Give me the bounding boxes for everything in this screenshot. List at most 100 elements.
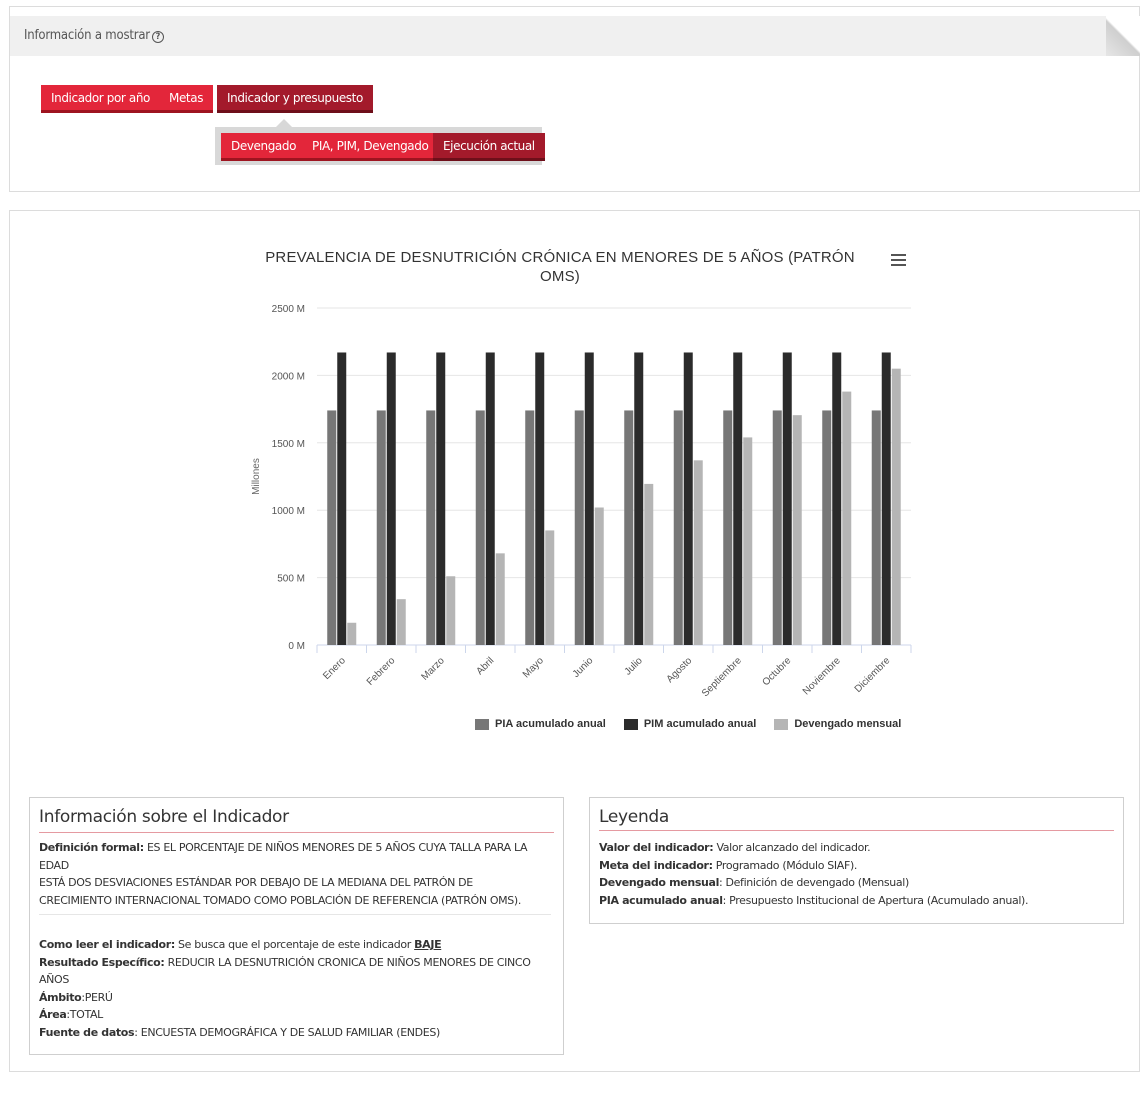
x-tick-label: Diciembre <box>853 655 893 695</box>
help-circle-icon[interactable]: ? <box>151 31 164 43</box>
panel-header: Información a mostrar? <box>10 16 1140 56</box>
subtab-ejecucion-actual[interactable]: Ejecución actual <box>433 133 545 161</box>
legend-label-pim: PIM acumulado anual <box>643 718 757 730</box>
leyenda-items: Valor del indicador: Valor alcanzado del… <box>599 839 1119 909</box>
bar-devengado <box>347 622 357 645</box>
bar-devengado <box>693 460 703 645</box>
bar-pia <box>327 410 337 645</box>
bar-pia <box>525 410 535 645</box>
subtab-devengado[interactable]: Devengado <box>221 133 307 161</box>
bar-devengado <box>891 368 901 645</box>
bar-pim <box>535 352 545 645</box>
bar-pia <box>475 410 485 645</box>
definicion-line-2: ESTÁ DOS DESVIACIONES ESTÁNDAR POR DEBAJ… <box>39 876 473 889</box>
bar-pia <box>772 410 782 645</box>
bar-pim <box>386 352 396 645</box>
leyenda-text-devengado: : Definición de devengado (Mensual) <box>719 876 909 889</box>
baje-link[interactable]: BAJE <box>414 938 441 951</box>
bar-pim <box>485 352 495 645</box>
panel-title: Información a mostrar? <box>24 28 164 43</box>
bar-pia <box>426 410 436 645</box>
y-tick-label: 1500 M <box>272 439 305 450</box>
indicator-info-box: Información sobre el Indicador Definició… <box>29 797 564 1055</box>
legend-label-pia: PIA acumulado anual <box>495 718 606 730</box>
leyenda-title: Leyenda <box>599 807 670 827</box>
bar-pia <box>376 410 386 645</box>
tab-indicador-por-anio[interactable]: Indicador por año <box>41 85 160 113</box>
x-tick-label: Octubre <box>760 655 793 688</box>
area-label: Área <box>39 1008 67 1021</box>
bar-pim <box>733 352 743 645</box>
fuente-value: : ENCUESTA DEMOGRÁFICA Y DE SALUD FAMILI… <box>134 1025 440 1039</box>
title-underline <box>39 832 554 833</box>
bar-devengado <box>842 391 852 645</box>
legend-item-pia[interactable]: PIA acumulado anual <box>475 718 606 730</box>
ambito-value: :PERÚ <box>81 990 113 1004</box>
bar-pim <box>832 352 842 645</box>
bar-devengado <box>446 576 456 645</box>
x-tick-label: Marzo <box>419 655 447 683</box>
bar-devengado <box>644 483 654 645</box>
x-tick-label: Noviembre <box>801 655 843 697</box>
bar-pia <box>673 410 683 645</box>
x-tick-label: Abril <box>474 655 496 677</box>
resultado-line-1: REDUCIR LA DESNUTRICIÓN CRONICA DE NIÑOS… <box>167 955 531 969</box>
resultado-label: Resultado Específico: <box>39 955 165 969</box>
legend-swatch-devengado <box>774 718 789 730</box>
bar-pim <box>584 352 594 645</box>
legend-item-devengado[interactable]: Devengado mensual <box>774 718 901 730</box>
ambito-label: Ámbito <box>39 990 82 1004</box>
legend-item-pim[interactable]: PIM acumulado anual <box>623 718 757 730</box>
leyenda-label-valor: Valor del indicador: <box>599 841 714 854</box>
bar-pim <box>337 352 347 645</box>
resultado-line-2: AÑOS <box>39 973 69 986</box>
tab-metas[interactable]: Metas <box>159 85 214 113</box>
leyenda-label-pia: PIA acumulado anual <box>599 893 723 907</box>
legend-label-devengado: Devengado mensual <box>794 718 902 730</box>
bar-devengado <box>743 437 753 645</box>
area-value: :TOTAL <box>66 1008 103 1021</box>
bar-pim <box>436 352 446 645</box>
bar-pim <box>683 352 693 645</box>
y-tick-label: 500 M <box>277 574 305 585</box>
chart-legend: PIA acumulado anual PIM acumulado anual … <box>475 716 919 732</box>
bar-devengado <box>396 599 406 645</box>
bar-pia <box>624 410 634 645</box>
bar-pim <box>881 352 891 645</box>
panel-title-text: Información a mostrar <box>24 28 150 43</box>
bar-devengado <box>495 553 505 645</box>
chart-plot: 0 M 500 M 1000 M 1500 M 2000 M 2500 M Millones… <box>251 304 912 699</box>
fuente-label: Fuente de datos <box>39 1025 135 1039</box>
legend-swatch-pim <box>623 718 638 730</box>
x-tick-label: Agosto <box>665 655 695 685</box>
bar-pim <box>634 352 644 645</box>
bar-devengado <box>792 415 802 645</box>
como-leer-text: Se busca que el porcentaje de este indic… <box>178 938 411 951</box>
header-corner-decoration <box>1106 16 1140 56</box>
leyenda-text-pia: : Presupuesto Institucional de Apertura … <box>722 893 1029 907</box>
bar-pim <box>782 352 792 645</box>
y-tick-label: 2000 M <box>272 371 305 382</box>
x-tick-label: Enero <box>321 655 348 682</box>
leyenda-text-valor: Valor alcanzado del indicador. <box>713 841 871 854</box>
definicion-label: Definición formal: <box>39 841 144 854</box>
y-tick-label: 1000 M <box>272 506 305 517</box>
x-tick-label: Mayo <box>521 655 546 680</box>
x-tick-label: Septiembre <box>700 655 744 699</box>
tab-indicador-y-presupuesto[interactable]: Indicador y presupuesto <box>217 85 373 113</box>
y-tick-label: 2500 M <box>272 304 305 315</box>
como-leer-label: Como leer el indicador: <box>39 938 175 951</box>
leyenda-box: Leyenda Valor del indicador: Valor alcan… <box>589 797 1124 924</box>
definicion-text: Definición formal: ES EL PORCENTAJE DE N… <box>39 839 559 909</box>
y-axis-label: Millones <box>251 458 262 495</box>
legend-swatch-pia <box>475 718 489 730</box>
leyenda-label-devengado: Devengado mensual <box>599 876 719 889</box>
bar-devengado <box>545 530 555 645</box>
x-tick-label: Julio <box>623 655 646 678</box>
leyenda-text-meta: Programado (Módulo SIAF). <box>712 858 858 872</box>
subtab-pia-pim-devengado[interactable]: PIA, PIM, Devengado <box>302 133 439 161</box>
leyenda-label-meta: Meta del indicador: <box>599 858 713 872</box>
leyenda-underline <box>599 830 1114 831</box>
x-tick-label: Junio <box>571 655 596 680</box>
bar-devengado <box>594 507 604 645</box>
